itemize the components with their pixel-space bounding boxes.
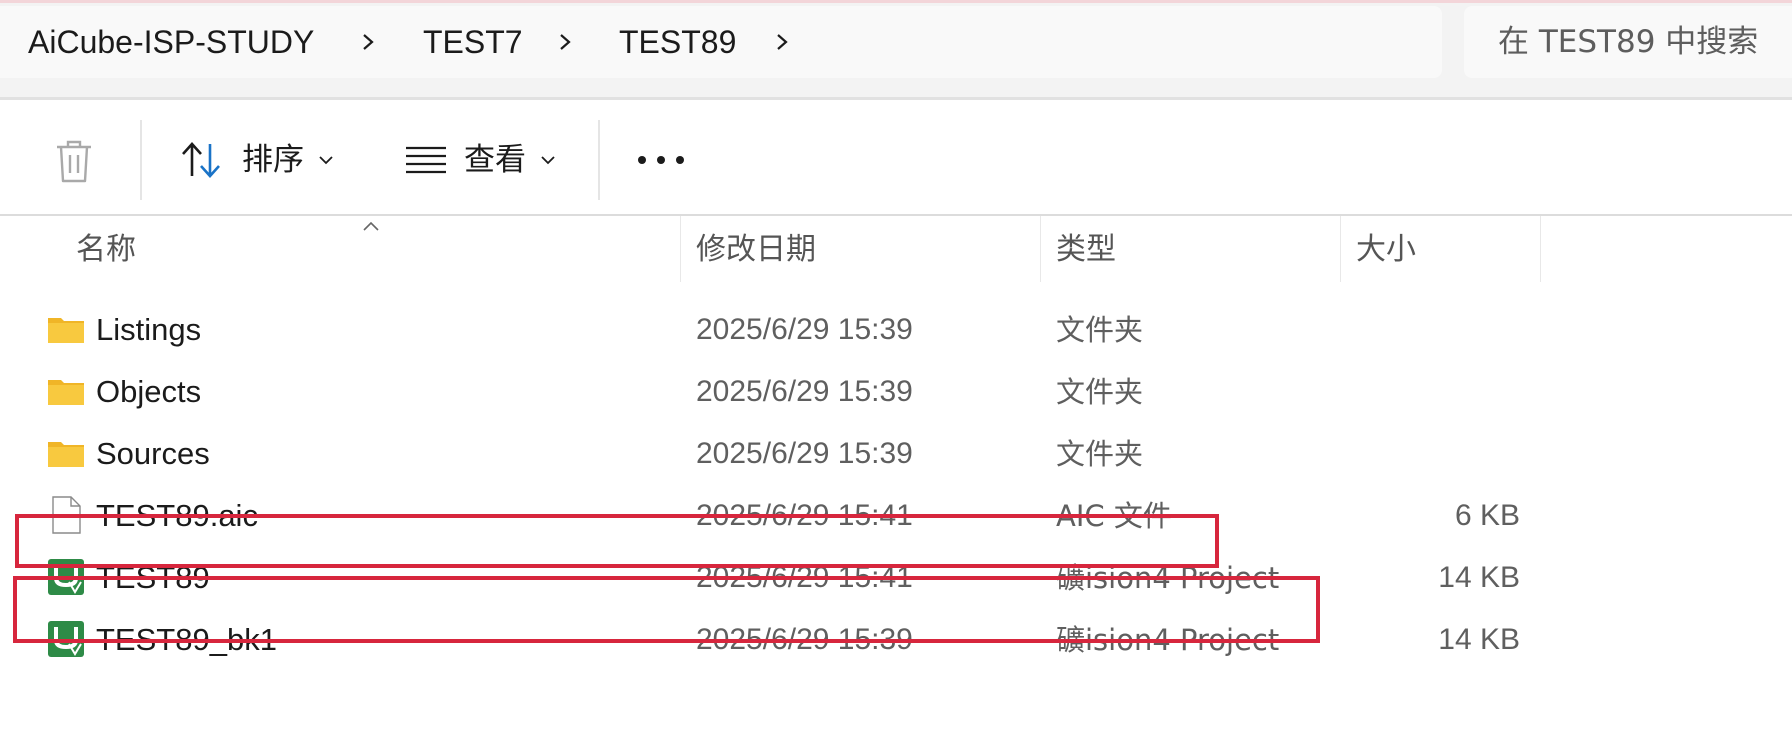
file-type: 文件夹 — [1056, 313, 1144, 347]
file-row-test89-aic[interactable]: TEST89.aic 2025/6/29 15:41 AIC 文件 6 KB — [0, 485, 1792, 547]
sort-label: 排序 — [242, 142, 304, 178]
column-header-name[interactable]: 名称 — [76, 230, 136, 270]
file-row-test89-bk1[interactable]: TEST89_bk1 2025/6/29 15:39 礦ision4 Proje… — [0, 609, 1792, 671]
file-row-sources[interactable]: Sources 2025/6/29 15:39 文件夹 — [0, 423, 1792, 485]
file-icon — [52, 496, 81, 534]
file-type: 文件夹 — [1056, 437, 1144, 471]
trash-icon — [57, 140, 91, 183]
chevron-down-icon — [541, 156, 555, 165]
address-strip: AiCube-ISP-STUDY TEST7 TEST89 — [0, 0, 1792, 100]
breadcrumb-item-test7[interactable]: TEST7 — [423, 22, 523, 62]
file-type: 礦ision4 Project — [1056, 623, 1280, 657]
column-header-modified[interactable]: 修改日期 — [696, 230, 816, 270]
column-divider[interactable] — [680, 216, 681, 282]
file-modified: 2025/6/29 15:39 — [696, 437, 913, 470]
search-box[interactable] — [1464, 6, 1792, 78]
file-name: TEST89_bk1 — [96, 622, 277, 657]
folder-icon — [48, 380, 84, 405]
file-modified: 2025/6/29 15:41 — [696, 499, 913, 532]
more-options-button[interactable] — [630, 130, 692, 190]
chevron-right-icon[interactable] — [772, 32, 792, 52]
command-separator — [140, 120, 142, 200]
file-modified: 2025/6/29 15:39 — [696, 375, 913, 408]
file-name: Objects — [96, 374, 202, 409]
command-separator — [598, 120, 600, 200]
view-list-icon — [406, 146, 446, 174]
search-input[interactable] — [1498, 22, 1788, 62]
column-divider[interactable] — [1540, 216, 1541, 282]
sort-arrows-icon — [182, 142, 220, 178]
chevron-down-icon — [319, 156, 333, 165]
ellipsis-icon — [638, 156, 684, 164]
chevron-right-icon[interactable] — [555, 32, 575, 52]
uvision-project-icon — [48, 559, 84, 595]
file-row-listings[interactable]: Listings 2025/6/29 15:39 文件夹 — [0, 299, 1792, 361]
column-divider[interactable] — [1040, 216, 1041, 282]
folder-icon — [48, 318, 84, 343]
file-name: Sources — [96, 436, 210, 471]
file-explorer-window: AiCube-ISP-STUDY TEST7 TEST89 在 TEST89 中… — [0, 0, 1792, 735]
column-divider[interactable] — [1340, 216, 1341, 282]
file-modified: 2025/6/29 15:39 — [696, 313, 913, 346]
folder-icon — [48, 442, 84, 467]
delete-button[interactable] — [48, 136, 100, 188]
chevron-right-icon[interactable] — [358, 32, 378, 52]
file-name: Listings — [96, 312, 202, 347]
sort-button[interactable]: 排序 — [176, 120, 346, 200]
file-size: 6 KB — [1454, 499, 1520, 532]
column-header-type[interactable]: 类型 — [1056, 230, 1116, 270]
file-modified: 2025/6/29 15:41 — [696, 561, 913, 594]
file-name: TEST89.aic — [96, 498, 258, 533]
file-name: TEST89 — [96, 560, 210, 595]
column-header-size[interactable]: 大小 — [1356, 230, 1416, 270]
sort-ascending-caret-icon — [363, 221, 379, 231]
file-row-test89[interactable]: TEST89 2025/6/29 15:41 礦ision4 Project 1… — [0, 547, 1792, 609]
file-modified: 2025/6/29 15:39 — [696, 623, 913, 656]
file-size: 14 KB — [1438, 561, 1520, 594]
file-size: 14 KB — [1438, 623, 1520, 656]
view-label: 查看 — [464, 142, 526, 178]
breadcrumb-item-test89[interactable]: TEST89 — [619, 22, 736, 62]
command-bar: 排序 查看 — [0, 100, 1792, 214]
view-button[interactable]: 查看 — [400, 120, 570, 200]
file-type: 文件夹 — [1056, 375, 1144, 409]
window-top-edge — [0, 0, 1792, 3]
address-bar[interactable]: AiCube-ISP-STUDY TEST7 TEST89 — [0, 6, 1442, 78]
breadcrumb-item-aicube-isp-study[interactable]: AiCube-ISP-STUDY — [28, 22, 314, 62]
file-type: 礦ision4 Project — [1056, 561, 1280, 595]
file-type: AIC 文件 — [1056, 499, 1172, 533]
file-row-objects[interactable]: Objects 2025/6/29 15:39 文件夹 — [0, 361, 1792, 423]
uvision-project-icon — [48, 621, 84, 657]
file-list: 名称 修改日期 类型 大小 Listings 2025/6/29 15:39 文… — [0, 216, 1792, 735]
